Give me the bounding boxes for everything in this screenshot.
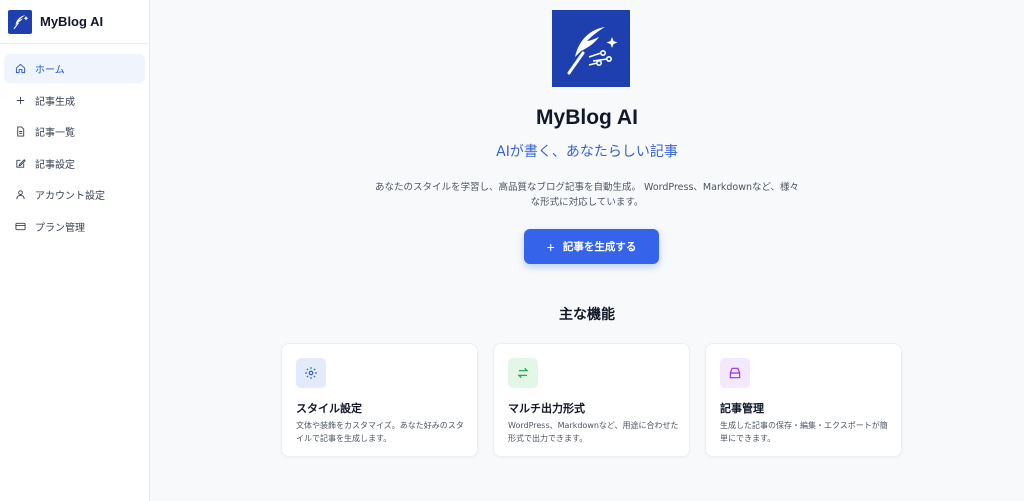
document-icon [14, 126, 26, 138]
card-icon [14, 220, 26, 232]
feature-card-article-management[interactable]: 記事管理 生成した記事の保存・編集・エクスポートが簡単にできます。 [705, 343, 902, 457]
feature-card-description: 文体や装飾をカスタマイズ。あなた好みのスタイルで記事を生成します。 [296, 421, 464, 443]
generate-article-button[interactable]: + 記事を生成する [524, 229, 659, 264]
hero-feather-logo-icon [552, 10, 630, 87]
feature-card-title: 記事管理 [720, 402, 764, 415]
brand-name: MyBlog AI [40, 14, 104, 29]
swap-arrows-icon [508, 358, 538, 388]
archive-icon [720, 358, 750, 388]
brand[interactable]: MyBlog AI [0, 0, 149, 44]
hero-description: あなたのスタイルを学習し、高品質なブログ記事を自動生成。 WordPress、M… [374, 182, 800, 208]
features-title: 主な機能 [559, 307, 615, 323]
home-icon [14, 63, 26, 75]
sidebar-item-home[interactable]: ホーム [4, 54, 145, 83]
sidebar-item-label: アカウント設定 [35, 191, 105, 203]
feature-card-title: スタイル設定 [296, 402, 362, 415]
feather-logo-icon [8, 9, 32, 34]
sidebar-nav: ホーム 記事生成 記事一覧 記事設定 アカウント設定 プラン管理 [0, 44, 149, 254]
user-icon [14, 189, 26, 201]
sidebar-item-label: 記事一覧 [35, 128, 75, 140]
sidebar-item-article-settings[interactable]: 記事設定 [4, 149, 145, 178]
plus-icon [14, 94, 26, 106]
sidebar: MyBlog AI ホーム 記事生成 記事一覧 記事設定 アカウント設定 プラン… [0, 0, 150, 501]
page-title: MyBlog AI [536, 106, 638, 129]
feature-card-title: マルチ出力形式 [508, 402, 585, 415]
plus-icon: + [546, 238, 555, 255]
sidebar-item-account[interactable]: アカウント設定 [4, 180, 145, 209]
sidebar-item-label: 記事生成 [35, 96, 75, 108]
sidebar-item-generate[interactable]: 記事生成 [4, 86, 145, 115]
feature-card-description: WordPress、Markdownなど、用途に合わせた形式で出力できます。 [508, 421, 679, 443]
feature-card-description: 生成した記事の保存・編集・エクスポートが簡単にできます。 [720, 421, 888, 443]
feature-card-multi-output[interactable]: マルチ出力形式 WordPress、Markdownなど、用途に合わせた形式で出… [493, 343, 690, 457]
main-content: MyBlog AI AIが書く、あなたらしい記事 あなたのスタイルを学習し、高品… [150, 0, 1024, 501]
sidebar-item-label: プラン管理 [35, 222, 85, 234]
gear-icon [296, 358, 326, 388]
feature-card-style[interactable]: スタイル設定 文体や装飾をカスタマイズ。あなた好みのスタイルで記事を生成します。 [281, 343, 478, 457]
generate-article-label: 記事を生成する [562, 241, 637, 253]
edit-icon [14, 157, 26, 169]
sidebar-item-label: 記事設定 [35, 159, 75, 171]
next-section-heading-cut [150, 490, 1024, 501]
sidebar-item-plan[interactable]: プラン管理 [4, 212, 145, 241]
hero-tagline: AIが書く、あなたらしい記事 [496, 144, 678, 160]
sidebar-item-label: ホーム [35, 65, 65, 76]
sidebar-item-articles[interactable]: 記事一覧 [4, 117, 145, 146]
